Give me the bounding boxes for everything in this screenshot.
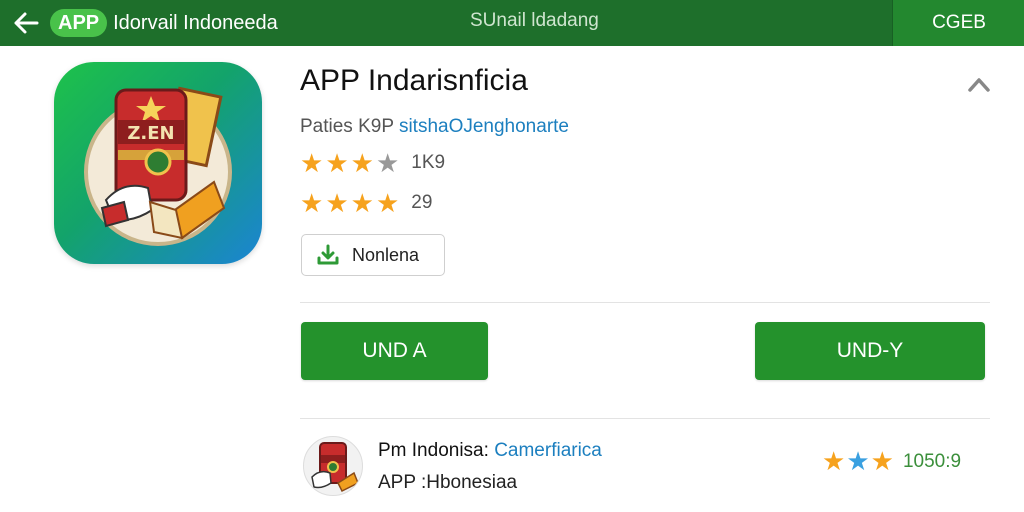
- rating-secondary: ★ ★ ★ ★ 29: [300, 190, 432, 216]
- brand-pill: APP: [50, 9, 108, 37]
- app-title: APP Indarisnficia: [300, 64, 528, 97]
- secondary-action-button[interactable]: UND-Y: [755, 322, 985, 380]
- publisher-prefix: Paties K9P: [300, 116, 394, 137]
- rating-primary-value: 1K9: [411, 152, 446, 173]
- related-star: ★: [822, 446, 846, 476]
- rating-primary: ★ ★ ★ ★ 1K9: [300, 150, 445, 176]
- rating-primary-star: ★: [375, 148, 400, 178]
- top-app-bar: APP Idorvail Indoneeda SUnail ldadang CG…: [0, 0, 1024, 46]
- rating-primary-star: ★: [300, 148, 324, 178]
- install-small-button[interactable]: Nonlena: [301, 234, 445, 276]
- arrow-left-icon: [14, 12, 39, 34]
- related-star: ★: [870, 446, 894, 476]
- rating-secondary-star: ★: [350, 188, 374, 218]
- related-app-title[interactable]: Pm Indonisa: Camerfiarica: [378, 440, 602, 462]
- related-app-artwork: [311, 442, 359, 493]
- rating-secondary-star: ★: [300, 188, 324, 218]
- app-icon-artwork: Z.EN: [84, 86, 232, 246]
- related-app-name: Pm Indonisa:: [378, 440, 489, 461]
- collapse-button[interactable]: [964, 70, 994, 98]
- related-app-rating: ★ ★ ★ 1050:9: [822, 446, 961, 477]
- chevron-up-icon: [968, 78, 990, 92]
- brand[interactable]: APP Idorvail Indoneeda: [50, 8, 278, 38]
- rating-primary-star: ★: [350, 148, 374, 178]
- related-star: ★: [846, 446, 870, 476]
- related-app-subtitle: APP :Hbonesiaa: [378, 472, 518, 493]
- publisher-link[interactable]: sitshaOJenghonarte: [399, 116, 569, 137]
- related-rating-value: 1050:9: [902, 450, 962, 472]
- top-center-title: SUnail ldadang: [470, 10, 599, 31]
- divider: [300, 302, 990, 303]
- svg-text:Z.EN: Z.EN: [127, 123, 174, 144]
- related-app-category: Camerfiarica: [494, 440, 602, 461]
- install-small-label: Nonlena: [352, 244, 420, 265]
- divider: [300, 418, 990, 419]
- download-icon: [317, 244, 339, 265]
- top-right-button[interactable]: CGEB: [892, 0, 1024, 46]
- rating-secondary-value: 29: [411, 192, 433, 213]
- back-button[interactable]: [10, 8, 42, 38]
- rating-primary-star: ★: [325, 148, 349, 178]
- rating-secondary-star: ★: [375, 188, 400, 218]
- related-app-icon[interactable]: [303, 436, 363, 496]
- app-icon: Z.EN: [54, 62, 262, 264]
- primary-action-button[interactable]: UND A: [301, 322, 488, 380]
- brand-text: Idorvail Indoneeda: [113, 11, 278, 34]
- rating-secondary-star: ★: [325, 188, 349, 218]
- publisher-line: Paties K9P sitshaOJenghonarte: [300, 116, 569, 138]
